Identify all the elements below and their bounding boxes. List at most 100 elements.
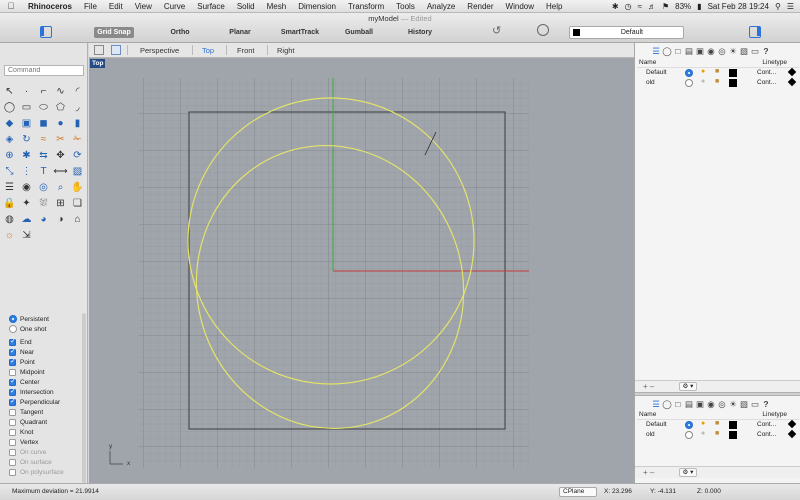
osnap-end[interactable]: End (9, 337, 85, 347)
battery-icon[interactable]: ▮ (697, 2, 701, 11)
notification-icon[interactable]: ☰ (787, 2, 794, 11)
current-layer-radio[interactable] (685, 431, 693, 439)
display-icon[interactable]: ◉ (706, 46, 716, 58)
libraries-icon[interactable]: ▤ (684, 399, 694, 411)
render-tool-icon[interactable]: ◉ (19, 180, 34, 195)
clock[interactable]: Sat Feb 28 19:24 (708, 2, 769, 11)
spotlight-icon[interactable]: ⚲ (775, 2, 781, 11)
blend-tool-icon[interactable]: ≈ (36, 132, 51, 147)
right-sidebar-toggle-icon[interactable] (749, 26, 761, 38)
tab-perspective[interactable]: Perspective (140, 46, 179, 55)
array-tool-icon[interactable]: ⋮ (19, 164, 34, 179)
polyline-tool-icon[interactable]: ⌐ (36, 84, 51, 99)
box-tool-icon[interactable]: ◼ (36, 116, 51, 131)
dimension-tool-icon[interactable]: ⟷ (53, 164, 68, 179)
extrude-tool-icon[interactable]: ▣ (19, 116, 34, 131)
menu-view[interactable]: View (129, 2, 158, 11)
layer-name[interactable]: Default (646, 69, 667, 76)
menu-rhinoceros[interactable]: Rhinoceros (22, 2, 78, 11)
panel-splitter[interactable] (635, 392, 800, 396)
layers-icon[interactable]: ☰ (651, 46, 661, 58)
environment-icon[interactable]: ▧ (739, 46, 749, 58)
command-input[interactable] (4, 65, 84, 76)
pan-tool-icon[interactable]: ✋ (70, 180, 85, 195)
help-icon[interactable]: ? (761, 46, 771, 58)
print-color-icon[interactable] (787, 429, 797, 439)
help-icon[interactable]: ? (761, 399, 771, 411)
revolve-tool-icon[interactable]: ↻ (19, 132, 34, 147)
top-viewport[interactable]: y x Top (89, 58, 634, 483)
display-icon[interactable]: ◉ (706, 399, 716, 411)
curve-tool-icon[interactable]: ∿ (53, 84, 68, 99)
print-color-icon[interactable] (787, 67, 797, 77)
viewport-canvas[interactable]: y x (89, 58, 634, 483)
planar-toggle[interactable]: Planar (220, 27, 260, 38)
camera-icon[interactable]: ▣ (695, 399, 705, 411)
print-color-icon[interactable] (787, 77, 797, 87)
add-remove-icon[interactable]: + – (643, 382, 654, 391)
apple-icon[interactable]:  (0, 1, 22, 11)
lights-icon[interactable]: ☀ (728, 46, 738, 58)
sphere-tool-icon[interactable]: ● (53, 116, 68, 131)
current-layer-selector[interactable]: Default (569, 26, 684, 39)
light-tool-icon[interactable]: ☼ (2, 228, 17, 243)
join-tool-icon[interactable]: ⊕ (2, 148, 17, 163)
column-name[interactable]: Name (639, 59, 656, 66)
flag-icon[interactable]: ⚑ (662, 2, 669, 11)
camera-tool-icon[interactable]: ⌂ (70, 212, 85, 227)
gear-icon[interactable]: ⚙ ▾ (679, 382, 697, 391)
fillet-tool-icon[interactable]: ◞ (70, 100, 85, 115)
left-sidebar-toggle-icon[interactable] (40, 26, 52, 38)
layer-color[interactable] (729, 69, 737, 77)
layer-color[interactable] (729, 79, 737, 87)
lightbulb-icon[interactable]: ● (701, 78, 705, 85)
lock-icon[interactable]: ■ (715, 420, 719, 427)
layer-row-default[interactable]: Default ● ■ Cont... (637, 419, 799, 430)
osnap-near[interactable]: Near (9, 347, 85, 357)
layer-color[interactable] (729, 431, 737, 439)
osnap-perpendicular[interactable]: Perpendicular (9, 397, 85, 407)
layer-linetype[interactable]: Cont... (757, 79, 776, 86)
monitor-icon[interactable]: ▭ (750, 399, 760, 411)
lightbulb-icon[interactable]: ● (701, 430, 705, 437)
menu-analyze[interactable]: Analyze (421, 2, 461, 11)
bluetooth-icon[interactable]: ✱ (612, 2, 619, 11)
osnap-point[interactable]: Point (9, 357, 85, 367)
osnap-on-polysurface[interactable]: On polysurface (9, 467, 85, 477)
osnap-on-curve[interactable]: On curve (9, 447, 85, 457)
materials-icon[interactable]: ◎ (717, 399, 727, 411)
document-icon[interactable]: □ (673, 46, 683, 58)
viewport-title[interactable]: Top (90, 59, 106, 68)
lock-icon[interactable]: ■ (715, 78, 719, 85)
monitor-icon[interactable]: ▭ (750, 46, 760, 58)
properties-icon[interactable]: ◯ (662, 399, 672, 411)
layer-row-old[interactable]: old ● ■ Cont... (637, 429, 799, 440)
lock-tool-icon[interactable]: 🔒 (2, 196, 17, 211)
surface-tool-icon[interactable]: ◆ (2, 116, 17, 131)
osnap-knot[interactable]: Knot (9, 427, 85, 437)
mesh-tool-icon[interactable]: ⛆ (36, 196, 51, 211)
menu-solid[interactable]: Solid (231, 2, 261, 11)
arc-tool-icon[interactable]: ◜ (70, 84, 85, 99)
column-name[interactable]: Name (639, 411, 656, 418)
document-icon[interactable]: □ (673, 399, 683, 411)
cplane-selector[interactable]: CPlane (559, 487, 597, 497)
layer-linetype[interactable]: Cont... (757, 69, 776, 76)
scale-tool-icon[interactable]: ⤡ (2, 164, 17, 179)
record-history-icon[interactable]: ↺ (492, 24, 501, 37)
layer-linetype[interactable]: Cont... (757, 431, 776, 438)
wifi-icon[interactable]: ≈ (638, 2, 642, 11)
arrow-tool-icon[interactable]: ↖ (2, 84, 17, 99)
osnap-on-surface[interactable]: On surface (9, 457, 85, 467)
trim-tool-icon[interactable]: ✁ (70, 132, 85, 147)
explode-tool-icon[interactable]: ✱ (19, 148, 34, 163)
gumball-toggle[interactable]: Gumball (339, 27, 379, 38)
add-remove-icon[interactable]: + – (643, 468, 654, 477)
grid-snap-toggle[interactable]: Grid Snap (94, 27, 134, 38)
rectangle-tool-icon[interactable]: ▭ (19, 100, 34, 115)
layer-row-default[interactable]: Default ● ■ Cont... (637, 67, 799, 78)
layers-icon[interactable]: ☰ (651, 399, 661, 411)
menu-window[interactable]: Window (500, 2, 540, 11)
snap-tool-icon[interactable]: ✦ (19, 196, 34, 211)
analyze-tool-icon[interactable]: ◎ (36, 180, 51, 195)
